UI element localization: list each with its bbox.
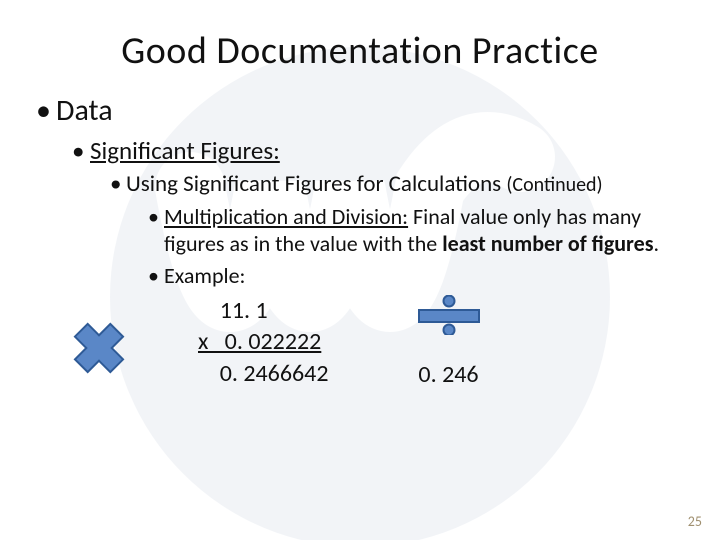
- page-number: 25: [688, 513, 702, 530]
- math-block: 11. 1 x 0. 022222 0. 2466642: [198, 295, 329, 389]
- bullet-using: Using Significant Figures for Calculatio…: [110, 170, 690, 199]
- bullet-using-prefix: Using Significant Figures for Calculatio…: [126, 170, 506, 198]
- result-column: 0. 246: [417, 295, 481, 389]
- bullet-muldiv-bold: least number of figures: [442, 230, 653, 257]
- math-line-2: x 0. 022222: [198, 326, 329, 357]
- bullet-muldiv: Multiplication and Division: Final value…: [148, 203, 690, 258]
- bullet-sigfigs-text: Significant Figures:: [90, 135, 280, 166]
- math-val-3: 0. 2466642: [220, 359, 329, 388]
- multiply-icon: [70, 319, 128, 382]
- bullet-using-cont: (Continued): [506, 173, 602, 197]
- bullet-data: Data: [36, 92, 690, 129]
- result-value: 0. 246: [418, 360, 478, 389]
- slide: Good Documentation Practice Data Signifi…: [0, 0, 720, 540]
- bullet-sigfigs: Significant Figures:: [72, 135, 690, 166]
- slide-title: Good Documentation Practice: [30, 28, 690, 74]
- math-line-1: 11. 1: [198, 295, 329, 326]
- math-line-3: 0. 2466642: [198, 358, 329, 389]
- example-row: 11. 1 x 0. 022222 0. 2466642 0. 246: [70, 295, 690, 389]
- bullet-example: Example:: [148, 262, 690, 290]
- bullet-muldiv-tail: .: [654, 230, 660, 257]
- bullet-muldiv-head: Multiplication and Division:: [164, 203, 408, 230]
- math-val-1: 11. 1: [220, 296, 268, 325]
- divide-icon: [417, 295, 481, 340]
